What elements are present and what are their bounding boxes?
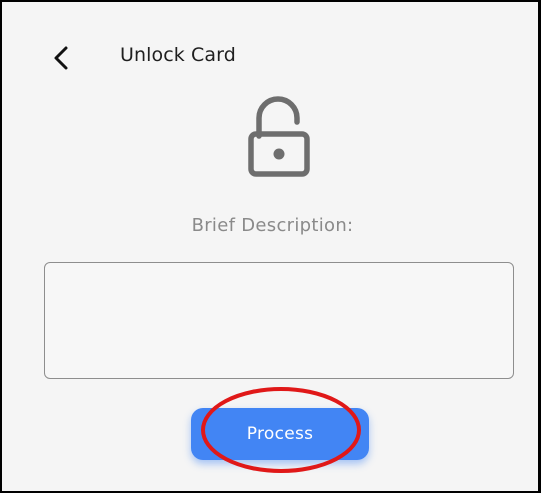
- description-label: Brief Description:: [191, 215, 354, 236]
- unlocked-padlock-icon: [246, 96, 312, 178]
- chevron-left-icon: [54, 46, 68, 70]
- process-button[interactable]: Process: [191, 408, 369, 460]
- back-button[interactable]: [46, 42, 78, 74]
- description-field[interactable]: [44, 262, 514, 379]
- screen-frame: Unlock Card Brief Description: Process: [0, 0, 541, 493]
- page-title: Unlock Card: [120, 44, 236, 66]
